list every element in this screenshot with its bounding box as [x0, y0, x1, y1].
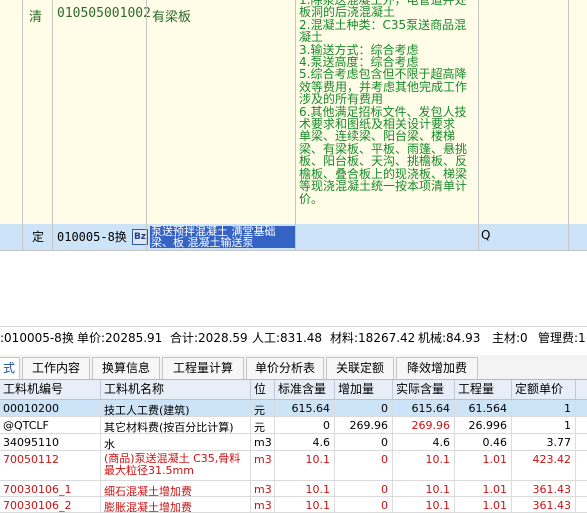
summary-labor: 人工:831.48 [252, 331, 323, 345]
col-actual-header[interactable]: 实际含量 [393, 380, 455, 399]
tab-quantity-calc[interactable]: 工程量计算 [162, 357, 244, 379]
table-row[interactable]: @QTCLF 其它材料费(按百分比计算) 元 0 269.96 269.96 2… [0, 417, 587, 434]
cell-std[interactable]: 4.6 [275, 434, 335, 450]
summary-unit-price: 单价:20285.91 [77, 331, 163, 345]
cell-actual[interactable]: 10.1 [393, 497, 455, 512]
table-header: 工料机编号 工料机名称 位 标准含量 增加量 实际含量 工程量 定额单价 [0, 380, 587, 400]
cell-name: 膨胀混凝土增加费 [101, 497, 251, 512]
cell-actual[interactable]: 4.6 [393, 434, 455, 450]
cell-unit: m3 [251, 497, 275, 512]
table-row[interactable]: 70030106_1 细石混凝土增加费 m3 10.1 0 10.1 1.01 … [0, 481, 587, 497]
col-unit-header[interactable]: 位 [251, 380, 275, 399]
cell-qty: 61.564 [455, 400, 512, 416]
tab-unit-price-analysis[interactable]: 单价分析表 [246, 357, 324, 379]
cell-add[interactable]: 0 [335, 400, 393, 416]
cell-add[interactable]: 0 [335, 497, 393, 512]
quota-unit-cell: Q [481, 228, 491, 242]
cell-qty: 0.46 [455, 434, 512, 450]
table-row[interactable]: 34095110 水 m3 4.6 0 4.6 0.46 3.77 [0, 434, 587, 451]
table-row[interactable]: 70050112 (商品)泵送混凝土 C35,骨料最大粒径31.5mm m3 1… [0, 451, 587, 481]
quota-name-cell[interactable]: 泵送预拌混凝土 满堂基础 梁、板 混凝土输送泵 [150, 226, 296, 248]
cell-code: @QTCLF [0, 417, 101, 433]
cell-std[interactable]: 0 [275, 417, 335, 433]
cell-std[interactable]: 10.1 [275, 481, 335, 496]
cell-code: 00010200 [0, 400, 101, 416]
cell-name: 细石混凝土增加费 [101, 481, 251, 496]
cell-code: 70030106_2 [0, 497, 101, 512]
cell-std[interactable]: 10.1 [275, 497, 335, 512]
quota-code-cell: 010005-8换 [57, 230, 127, 244]
cell-std[interactable]: 615.64 [275, 400, 335, 416]
cell-code: 70050112 [0, 451, 101, 480]
item-features-cell: 1.除泵送混凝土外，电管道井处板洞的后浇混凝土 2.混凝土种类：C35泵送商品混… [299, 0, 468, 206]
cell-actual[interactable]: 10.1 [393, 481, 455, 496]
cell-price[interactable]: 361.43 [512, 481, 576, 496]
grid-line [146, 0, 147, 250]
summary-total: 合计:2028.59 [170, 331, 248, 345]
cell-qty: 1.01 [455, 481, 512, 496]
col-price-header[interactable]: 定额单价 [512, 380, 576, 399]
boq-grid: 清 010505001002 有梁板 1.除泵送混凝土外，电管道井处板洞的后浇混… [0, 0, 587, 251]
cell-unit: m3 [251, 481, 275, 496]
table-row[interactable]: 70030106_2 膨胀混凝土增加费 m3 10.1 0 10.1 1.01 … [0, 497, 587, 513]
cell-name: 其它材料费(按百分比计算) [101, 417, 251, 433]
cell-name: (商品)泵送混凝土 C35,骨料最大粒径31.5mm [101, 451, 251, 480]
cell-unit: m3 [251, 451, 275, 480]
grid-line [52, 0, 53, 250]
cell-actual[interactable]: 615.64 [393, 400, 455, 416]
table-row[interactable]: 00010200 技工人工费(建筑) 元 615.64 0 615.64 61.… [0, 400, 587, 417]
item-name-cell: 有梁板 [152, 10, 192, 25]
col-qty-header[interactable]: 工程量 [455, 380, 512, 399]
grid-line [568, 0, 569, 250]
grid-line [295, 0, 296, 250]
detail-tabs: 式 工作内容 换算信息 工程量计算 单价分析表 关联定额 降效增加费 [0, 355, 587, 380]
cell-qty: 1.01 [455, 451, 512, 480]
cell-add[interactable]: 0 [335, 481, 393, 496]
cell-unit: m3 [251, 434, 275, 450]
cell-unit: 元 [251, 417, 275, 433]
cell-name: 技工人工费(建筑) [101, 400, 251, 416]
cell-actual[interactable]: 10.1 [393, 451, 455, 480]
tab-work-content[interactable]: 工作内容 [22, 357, 90, 379]
col-name-header[interactable]: 工料机名称 [101, 380, 251, 399]
grid-line [478, 0, 479, 250]
cell-price[interactable]: 423.42 [512, 451, 576, 480]
boq-item-row[interactable]: 清 010505001002 有梁板 1.除泵送混凝土外，电管道井处板洞的后浇混… [0, 0, 587, 225]
item-code-cell: 010505001002 [57, 6, 151, 21]
cell-add[interactable]: 0 [335, 451, 393, 480]
item-type-cell: 清 [29, 10, 43, 25]
grid-line [22, 0, 23, 250]
quota-summary-bar: :010005-8换 单价:20285.91 合计:2028.59 人工:831… [0, 326, 587, 349]
tab-related-quota[interactable]: 关联定额 [326, 357, 394, 379]
tab-conversion-info[interactable]: 换算信息 [92, 357, 160, 379]
cell-code: 34095110 [0, 434, 101, 450]
cell-price[interactable]: 3.77 [512, 434, 576, 450]
cell-price[interactable]: 1 [512, 400, 576, 416]
summary-mgmt-fee: 管理费:1 [538, 331, 586, 345]
cell-add[interactable]: 269.96 [335, 417, 393, 433]
cell-std[interactable]: 10.1 [275, 451, 335, 480]
summary-machine: 机械:84.93 [418, 331, 481, 345]
cell-qty: 1.01 [455, 497, 512, 512]
quota-type-cell: 定 [32, 230, 45, 244]
cell-price[interactable]: 1 [512, 417, 576, 433]
cell-add[interactable]: 0 [335, 434, 393, 450]
tab-efficiency-fee[interactable]: 降效增加费 [396, 357, 478, 379]
resource-table: 工料机编号 工料机名称 位 标准含量 增加量 实际含量 工程量 定额单价 000… [0, 380, 587, 513]
boq-quota-row[interactable]: 定 010005-8换 Bz 泵送预拌混凝土 满堂基础 梁、板 混凝土输送泵 Q [0, 224, 587, 251]
col-add-header[interactable]: 增加量 [335, 380, 393, 399]
cell-actual[interactable]: 269.96 [393, 417, 455, 433]
cell-qty: 26.996 [455, 417, 512, 433]
col-std-header[interactable]: 标准含量 [275, 380, 335, 399]
cell-unit: 元 [251, 400, 275, 416]
col-code-header[interactable]: 工料机编号 [0, 380, 101, 399]
summary-material: 材料:18267.42 [330, 331, 416, 345]
summary-code: :010005-8换 [0, 331, 74, 345]
summary-main-material: 主材:0 [492, 331, 528, 345]
cell-code: 70030106_1 [0, 481, 101, 496]
tab-formula[interactable]: 式 [0, 357, 20, 379]
cell-price[interactable]: 361.43 [512, 497, 576, 512]
cell-name: 水 [101, 434, 251, 450]
